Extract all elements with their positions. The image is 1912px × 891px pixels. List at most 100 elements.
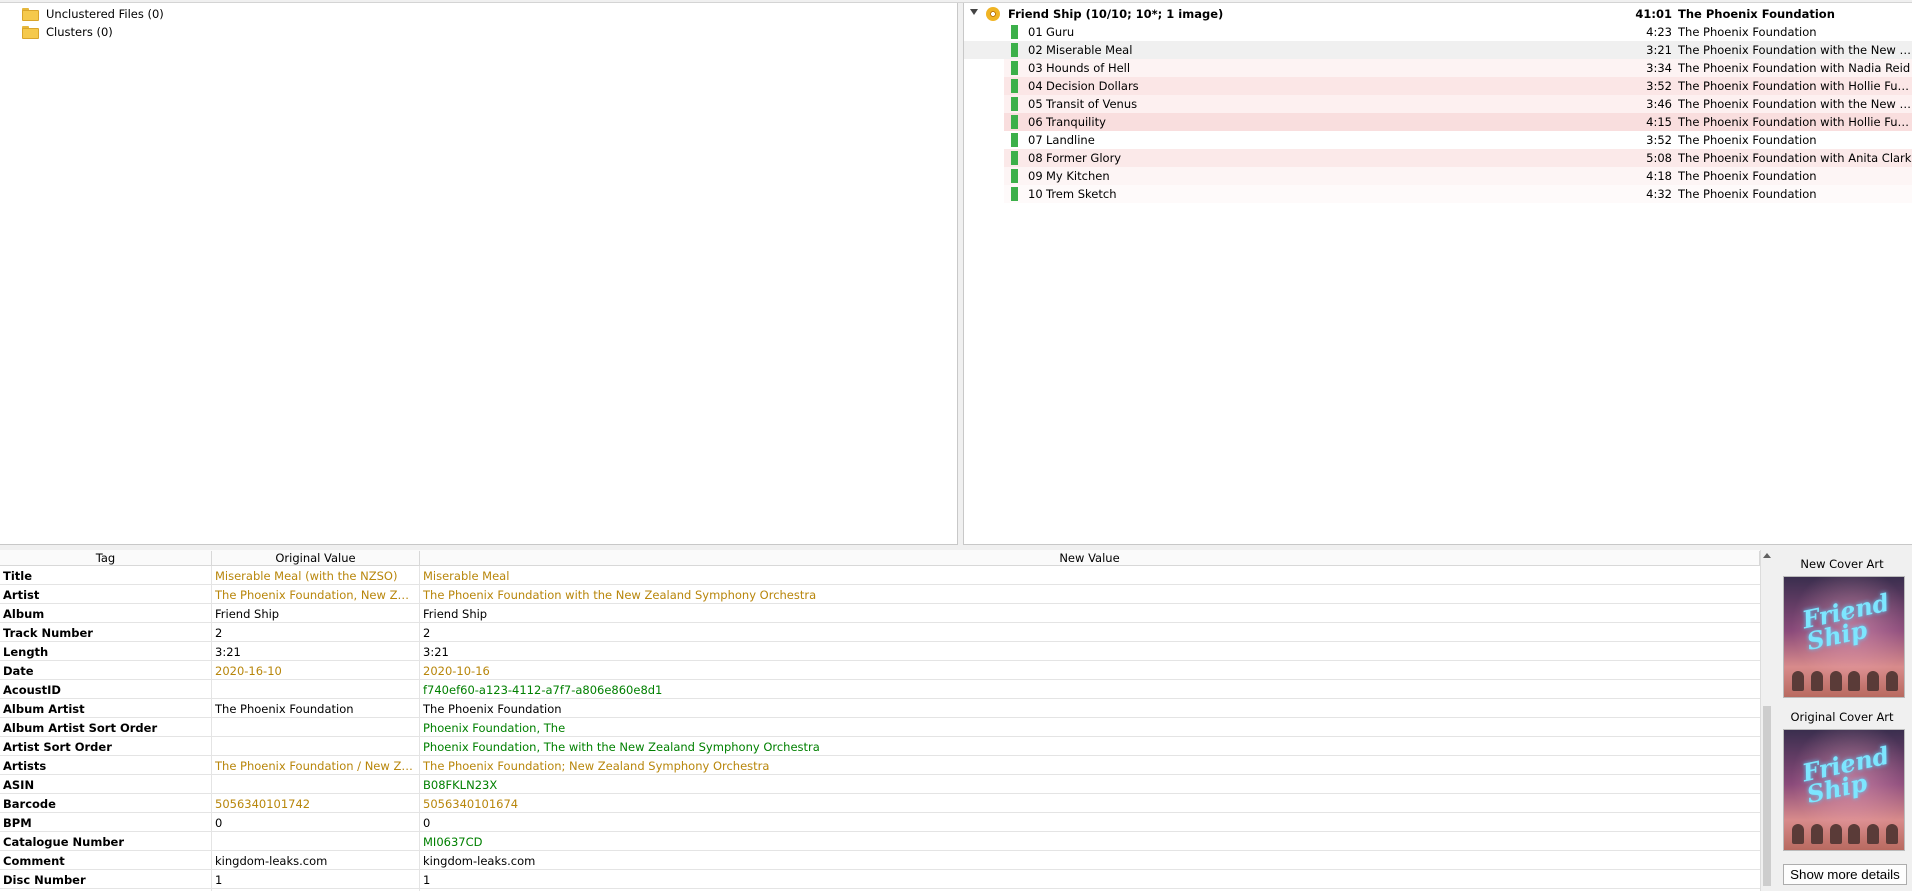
track-row[interactable]: 02 Miserable Meal 3:21 The Phoenix Foundati… [964,41,1912,59]
new-value[interactable]: The Phoenix Foundation; New Zealand Symp… [423,759,1753,773]
scroll-thumb[interactable] [1763,706,1771,886]
track-row[interactable]: 10 Trem Sketch 4:32 The Phoenix Foundation [964,185,1912,203]
track-row[interactable]: 07 Landline 3:52 The Phoenix Foundation [964,131,1912,149]
metadata-row[interactable]: Disc Number 1 1 [0,870,1760,889]
original-cover-image[interactable]: Friend Ship [1783,729,1905,851]
track-artist: The Phoenix Foundation with Hollie Fullb… [1678,115,1912,129]
match-status-icon [1011,61,1018,75]
new-value[interactable]: Phoenix Foundation, The with the New Zea… [423,740,1753,754]
metadata-row[interactable]: Album Artist The Phoenix Foundation The Ph… [0,699,1760,718]
tag-name: Date [3,664,34,678]
tree-item-label: Unclustered Files (0) [46,7,164,21]
match-status-icon [1011,25,1018,39]
metadata-scrollbar[interactable] [1760,550,1772,891]
new-value[interactable]: MI0637CD [423,835,1753,849]
metadata-row[interactable]: Artist Sort Order Phoenix Foundation, The… [0,737,1760,756]
track-row[interactable]: 03 Hounds of Hell 3:34 The Phoenix Foundati… [964,59,1912,77]
track-number: 02 [1028,43,1043,57]
track-number: 07 [1028,133,1043,147]
tree-item[interactable]: Clusters (0) [0,23,958,41]
metadata-row[interactable]: BPM 0 0 [0,813,1760,832]
chevron-down-icon[interactable] [970,9,978,15]
new-value[interactable]: Friend Ship [423,607,1753,621]
original-value: The Phoenix Foundation, New Zeala... [215,588,415,602]
new-value[interactable]: 1 [423,873,1753,887]
metadata-row[interactable]: Comment kingdom-leaks.com kingdom-leaks.co… [0,851,1760,870]
show-more-details-button[interactable]: Show more details [1783,864,1907,885]
track-length: 3:21 [1646,43,1672,57]
new-value[interactable]: The Phoenix Foundation with the New Zeal… [423,588,1753,602]
header-original[interactable]: Original Value [212,551,420,566]
album-pane[interactable]: Friend Ship (10/10; 10*; 1 image) 41:01 Th… [964,3,1912,545]
track-title: Guru [1046,25,1075,39]
cover-band-figures [1792,822,1898,844]
track-row[interactable]: 01 Guru 4:23 The Phoenix Foundation [964,23,1912,41]
metadata-row[interactable]: Date 2020-16-10 2020-10-16 [0,661,1760,680]
track-artist: The Phoenix Foundation with Anita Clark [1678,151,1912,165]
metadata-row[interactable]: Catalogue Number MI0637CD [0,832,1760,851]
album-row[interactable]: Friend Ship (10/10; 10*; 1 image) 41:01 Th… [964,5,1912,23]
folder-icon [22,7,39,21]
new-value[interactable]: 2 [423,626,1753,640]
metadata-row[interactable]: Artists The Phoenix Foundation / New Zeal… [0,756,1760,775]
metadata-row[interactable]: Track Number 2 2 [0,623,1760,642]
metadata-row[interactable]: Album Friend Ship Friend Ship [0,604,1760,623]
match-status-icon [1011,187,1018,201]
track-row[interactable]: 08 Former Glory 5:08 The Phoenix Foundation… [964,149,1912,167]
new-value[interactable]: Miserable Meal [423,569,1753,583]
match-status-icon [1011,97,1018,111]
track-artist: The Phoenix Foundation with the New Zeal… [1678,43,1912,57]
original-value: 0 [215,816,223,830]
original-value: 2020-16-10 [215,664,282,678]
metadata-row[interactable]: Artist The Phoenix Foundation, New Zeala.… [0,585,1760,604]
new-value[interactable]: 3:21 [423,645,1753,659]
track-length: 4:23 [1646,25,1672,39]
track-title: Landline [1046,133,1095,147]
track-row[interactable]: 09 My Kitchen 4:18 The Phoenix Foundation [964,167,1912,185]
original-value: 5056340101742 [215,797,311,811]
new-value[interactable]: The Phoenix Foundation [423,702,1753,716]
header-new[interactable]: New Value [420,551,1760,566]
track-number: 04 [1028,79,1043,93]
new-value[interactable]: f740ef60-a123-4112-a7f7-a806e860e8d1 [423,683,1753,697]
original-value: 1 [215,873,223,887]
track-number: 06 [1028,115,1043,129]
cd-icon [986,7,1000,21]
tag-name: Album Artist Sort Order [3,721,158,735]
original-value: Friend Ship [215,607,280,621]
track-number: 01 [1028,25,1043,39]
tag-name: Album [3,607,45,621]
tree-item[interactable]: Unclustered Files (0) [0,5,958,23]
track-number: 03 [1028,61,1043,75]
track-row[interactable]: 04 Decision Dollars 3:52 The Phoenix Founda… [964,77,1912,95]
metadata-row[interactable]: Title Miserable Meal (with the NZSO) Miser… [0,566,1760,585]
new-value[interactable]: 0 [423,816,1753,830]
metadata-row[interactable]: Album Artist Sort Order Phoenix Foundatio… [0,718,1760,737]
metadata-row[interactable]: ASIN B08FKLN23X [0,775,1760,794]
new-cover-label: New Cover Art [1800,557,1884,571]
track-row[interactable]: 05 Transit of Venus 3:46 The Phoenix Founda… [964,95,1912,113]
tag-name: Catalogue Number [3,835,125,849]
original-value: The Phoenix Foundation [215,702,354,716]
new-value[interactable]: kingdom-leaks.com [423,854,1753,868]
track-length: 3:34 [1646,61,1672,75]
track-length: 4:18 [1646,169,1672,183]
track-number: 05 [1028,97,1043,111]
metadata-row[interactable]: Barcode 5056340101742 5056340101674 [0,794,1760,813]
header-tag[interactable]: Tag [0,551,212,566]
scroll-up-icon[interactable] [1763,553,1771,558]
new-value[interactable]: 5056340101674 [423,797,1753,811]
tag-name: Barcode [3,797,56,811]
track-number: 09 [1028,169,1043,183]
match-status-icon [1011,151,1018,165]
new-value[interactable]: Phoenix Foundation, The [423,721,1753,735]
new-value[interactable]: 2020-10-16 [423,664,1753,678]
new-cover-image[interactable]: Friend Ship [1783,576,1905,698]
file-tree-pane[interactable]: Unclustered Files (0) Clusters (0) [0,3,958,545]
track-length: 5:08 [1646,151,1672,165]
metadata-row[interactable]: Length 3:21 3:21 [0,642,1760,661]
metadata-table[interactable]: Tag Original Value New Value Title Misera… [0,550,1760,891]
metadata-row[interactable]: AcoustID f740ef60-a123-4112-a7f7-a806e860… [0,680,1760,699]
new-value[interactable]: B08FKLN23X [423,778,1753,792]
track-row[interactable]: 06 Tranquility 4:15 The Phoenix Foundation … [964,113,1912,131]
